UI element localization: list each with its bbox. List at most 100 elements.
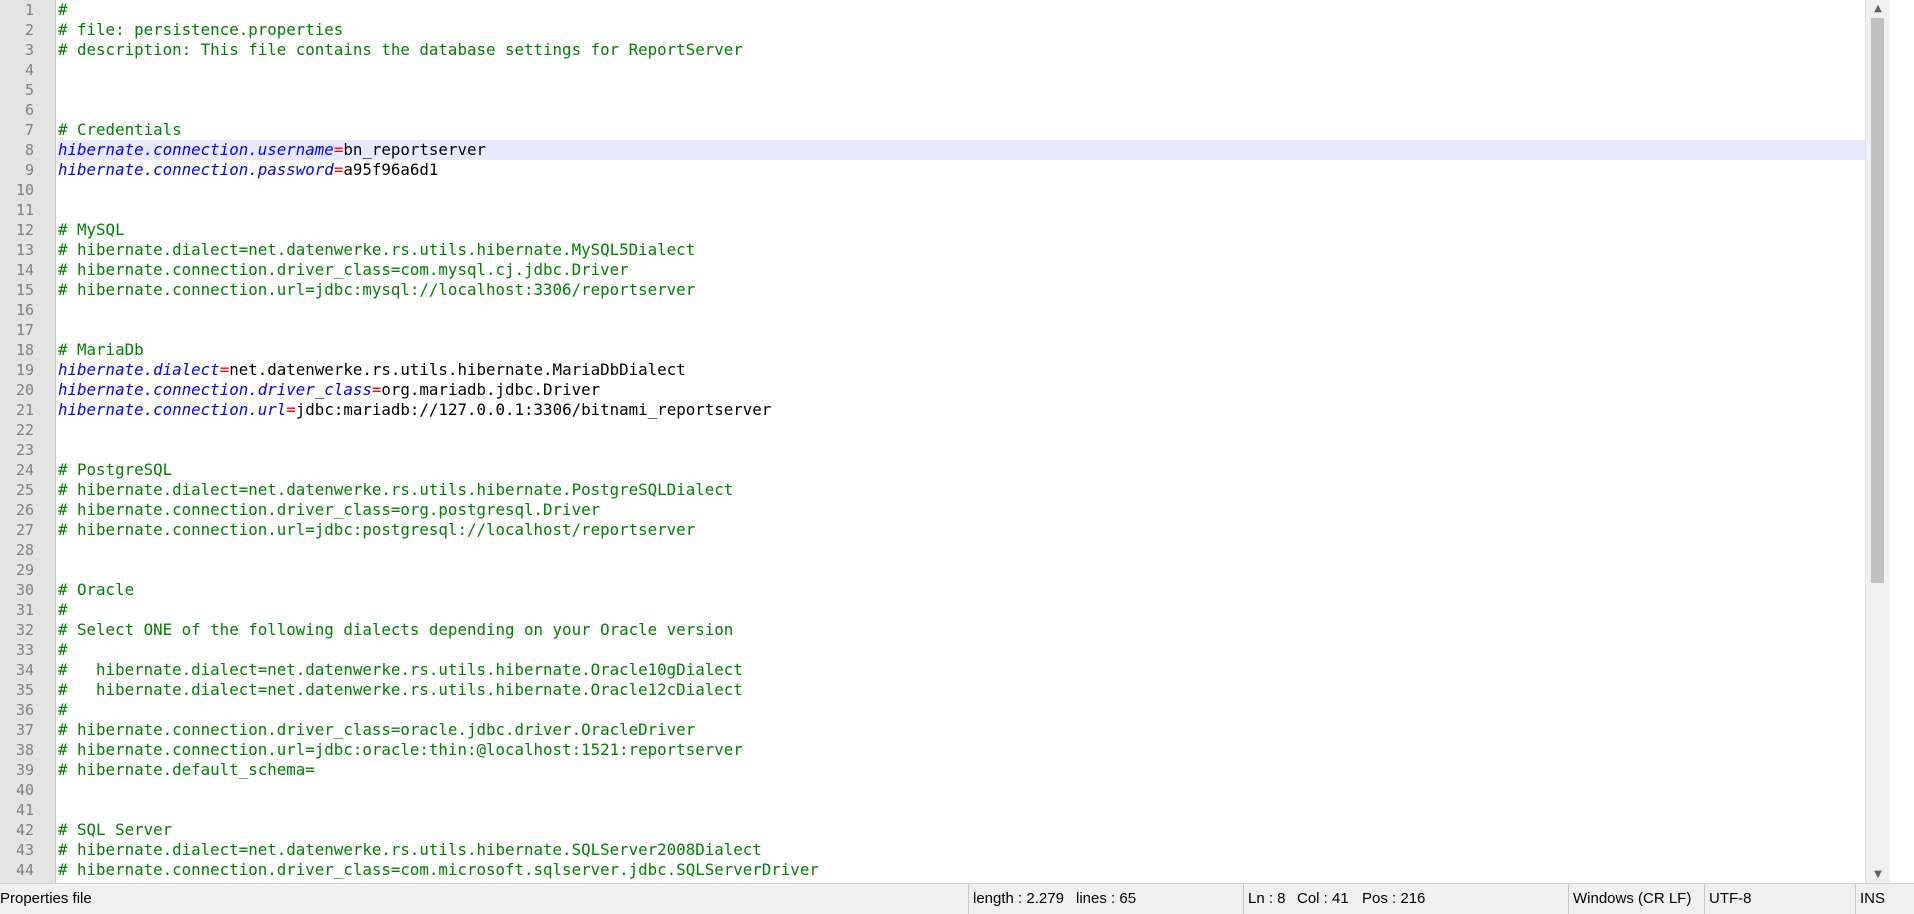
code-line[interactable]: 20 hibernate.connection.driver_class=org.… [0, 380, 1890, 400]
line-text[interactable]: # [57, 700, 1890, 720]
line-text[interactable]: hibernate.connection.username=bn_reports… [57, 140, 1890, 160]
code-line[interactable]: 21 hibernate.connection.url=jdbc:mariadb:… [0, 400, 1890, 420]
vertical-scrollbar[interactable]: ▲ ▼ [1865, 0, 1890, 883]
line-text[interactable]: hibernate.connection.url=jdbc:mariadb://… [57, 400, 1890, 420]
code-line[interactable]: 12 # MySQL [0, 220, 1890, 240]
line-text[interactable]: # SQL Server [57, 820, 1890, 840]
line-text[interactable]: # hibernate.connection.driver_class=com.… [57, 260, 1890, 280]
code-line[interactable]: 18 # MariaDb [0, 340, 1890, 360]
code-line[interactable]: 33 # [0, 640, 1890, 660]
line-text[interactable]: # hibernate.connection.url=jdbc:postgres… [57, 520, 1890, 540]
line-text[interactable] [57, 300, 1890, 320]
line-text[interactable] [57, 100, 1890, 120]
code-line[interactable]: 19 hibernate.dialect=net.datenwerke.rs.ut… [0, 360, 1890, 380]
status-eol[interactable]: Windows (CR LF) [1568, 884, 1691, 914]
code-line[interactable]: 34 # hibernate.dialect=net.datenwerke.rs.… [0, 660, 1890, 680]
code-line[interactable]: 3 # description: This file contains the d… [0, 40, 1890, 60]
line-text[interactable]: # Credentials [57, 120, 1890, 140]
code-line[interactable]: 36 # [0, 700, 1890, 720]
code-line[interactable]: 41 [0, 800, 1890, 820]
line-text[interactable]: # PostgreSQL [57, 460, 1890, 480]
line-text[interactable]: hibernate.connection.driver_class=org.ma… [57, 380, 1890, 400]
code-line[interactable]: 10 [0, 180, 1890, 200]
code-lines[interactable]: 1 #2 # file: persistence.properties 3 # desc… [0, 0, 1890, 883]
token-eq: = [219, 360, 230, 379]
scroll-down-icon[interactable]: ▼ [1866, 866, 1890, 883]
line-text[interactable]: # [57, 0, 1890, 20]
code-line[interactable]: 25 # hibernate.dialect=net.datenwerke.rs.… [0, 480, 1890, 500]
code-line[interactable]: 42 # SQL Server [0, 820, 1890, 840]
line-text[interactable]: # Select ONE of the following dialects d… [57, 620, 1890, 640]
code-line[interactable]: 5 [0, 80, 1890, 100]
code-line[interactable]: 30 # Oracle [0, 580, 1890, 600]
line-text[interactable]: # [57, 640, 1890, 660]
code-line[interactable]: 16 [0, 300, 1890, 320]
code-line[interactable]: 7 # Credentials [0, 120, 1890, 140]
code-line[interactable]: 17 [0, 320, 1890, 340]
line-text[interactable] [57, 180, 1890, 200]
code-line[interactable]: 27 # hibernate.connection.url=jdbc:postgr… [0, 520, 1890, 540]
line-text[interactable]: # Oracle [57, 580, 1890, 600]
line-text[interactable]: # MySQL [57, 220, 1890, 240]
scroll-up-icon[interactable]: ▲ [1866, 0, 1890, 17]
line-text[interactable] [57, 200, 1890, 220]
code-line[interactable]: 39 # hibernate.default_schema= [0, 760, 1890, 780]
line-text[interactable]: # hibernate.connection.driver_class=orac… [57, 720, 1890, 740]
line-number: 24 [15, 461, 34, 479]
line-text[interactable]: # hibernate.dialect=net.datenwerke.rs.ut… [57, 660, 1890, 680]
code-line[interactable]: 38 # hibernate.connection.url=jdbc:oracle… [0, 740, 1890, 760]
code-line[interactable]: 44 # hibernate.connection.driver_class=co… [0, 860, 1890, 880]
line-text[interactable] [57, 80, 1890, 100]
line-text[interactable]: # hibernate.connection.driver_class=org.… [57, 500, 1890, 520]
line-text[interactable] [57, 320, 1890, 340]
code-line[interactable]: 28 [0, 540, 1890, 560]
line-text[interactable] [57, 560, 1890, 580]
code-line[interactable]: 22 [0, 420, 1890, 440]
code-line[interactable]: 15 # hibernate.connection.url=jdbc:mysql:… [0, 280, 1890, 300]
code-line[interactable]: 29 [0, 560, 1890, 580]
code-line[interactable]: 23 [0, 440, 1890, 460]
line-text[interactable]: # hibernate.connection.driver_class=com.… [57, 860, 1890, 880]
line-text[interactable]: # file: persistence.properties [57, 20, 1890, 40]
line-text[interactable] [57, 440, 1890, 460]
line-text[interactable] [57, 800, 1890, 820]
code-line[interactable]: 11 [0, 200, 1890, 220]
code-line[interactable]: 37 # hibernate.connection.driver_class=or… [0, 720, 1890, 740]
line-text[interactable] [57, 540, 1890, 560]
line-text[interactable]: # hibernate.connection.url=jdbc:mysql://… [57, 280, 1890, 300]
status-mode[interactable]: INS [1855, 884, 1885, 914]
code-line[interactable]: 14 # hibernate.connection.driver_class=co… [0, 260, 1890, 280]
code-line[interactable]: 4 [0, 60, 1890, 80]
line-text[interactable]: hibernate.connection.password=a95f96a6d1 [57, 160, 1890, 180]
line-text[interactable]: # hibernate.default_schema= [57, 760, 1890, 780]
line-text[interactable] [57, 420, 1890, 440]
line-text[interactable]: # [57, 600, 1890, 620]
token-comment: # hibernate.connection.driver_class=com.… [58, 260, 629, 279]
code-line[interactable]: 31 # [0, 600, 1890, 620]
line-text[interactable]: # MariaDb [57, 340, 1890, 360]
code-line[interactable]: 32 # Select ONE of the following dialects… [0, 620, 1890, 640]
code-line[interactable]: 9 hibernate.connection.password=a95f96a6d… [0, 160, 1890, 180]
line-text[interactable]: # hibernate.dialect=net.datenwerke.rs.ut… [57, 680, 1890, 700]
code-line[interactable]: 8 hibernate.connection.username=bn_report… [0, 140, 1890, 160]
scroll-thumb[interactable] [1871, 18, 1884, 583]
line-text[interactable]: # hibernate.dialect=net.datenwerke.rs.ut… [57, 480, 1890, 500]
line-text[interactable]: # hibernate.dialect=net.datenwerke.rs.ut… [57, 240, 1890, 260]
line-text[interactable] [57, 60, 1890, 80]
line-text[interactable]: hibernate.dialect=net.datenwerke.rs.util… [57, 360, 1890, 380]
code-line[interactable]: 26 # hibernate.connection.driver_class=or… [0, 500, 1890, 520]
line-text[interactable]: # hibernate.dialect=net.datenwerke.rs.ut… [57, 840, 1890, 860]
editor[interactable]: 1 #2 # file: persistence.properties 3 # desc… [0, 0, 1890, 883]
code-line[interactable]: 35 # hibernate.dialect=net.datenwerke.rs.… [0, 680, 1890, 700]
code-line[interactable]: 40 [0, 780, 1890, 800]
code-line[interactable]: 13 # hibernate.dialect=net.datenwerke.rs.… [0, 240, 1890, 260]
code-line[interactable]: 43 # hibernate.dialect=net.datenwerke.rs.… [0, 840, 1890, 860]
code-line[interactable]: 1 # [0, 0, 1890, 20]
status-encoding[interactable]: UTF-8 [1704, 884, 1752, 914]
line-text[interactable]: # description: This file contains the da… [57, 40, 1890, 60]
line-text[interactable] [57, 780, 1890, 800]
code-line[interactable]: 2 # file: persistence.properties [0, 20, 1890, 40]
line-text[interactable]: # hibernate.connection.url=jdbc:oracle:t… [57, 740, 1890, 760]
code-line[interactable]: 24 # PostgreSQL [0, 460, 1890, 480]
code-line[interactable]: 6 [0, 100, 1890, 120]
